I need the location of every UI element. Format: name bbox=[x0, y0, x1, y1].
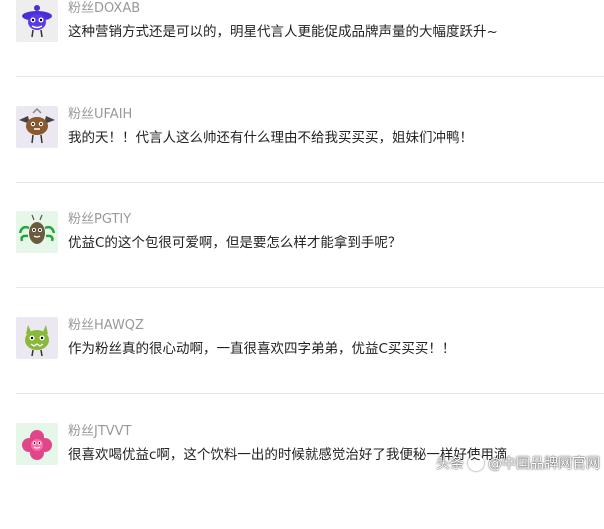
comment-item: 粉丝UFAIH 我的天！！代言人这么帅还有什么理由不给我买买买，姐妹们冲鸭！ bbox=[16, 106, 604, 212]
comment-text: 我的天！！代言人这么帅还有什么理由不给我买买买，姐妹们冲鸭！ bbox=[68, 130, 473, 146]
divider bbox=[16, 287, 604, 288]
divider bbox=[16, 182, 604, 183]
pink-flower-monster-avatar-icon[interactable] bbox=[16, 423, 58, 465]
username[interactable]: 粉丝JTVVT bbox=[68, 424, 132, 440]
comment-text: 优益C的这个包很可爱啊，但是要怎么样才能拿到手呢？ bbox=[68, 235, 402, 251]
comment-text: 这种营销方式还是可以的，明星代言人更能促成品牌声量的大幅度跃升~ bbox=[68, 24, 498, 40]
username[interactable]: 粉丝UFAIH bbox=[68, 107, 132, 123]
username[interactable]: 粉丝PGTIY bbox=[68, 212, 131, 228]
divider bbox=[16, 76, 604, 77]
divider bbox=[16, 393, 604, 394]
watermark: 头条 @中国品牌网官网 bbox=[436, 452, 600, 474]
blue-monster-avatar-icon[interactable] bbox=[16, 0, 58, 42]
comment-text: 作为粉丝真的很心动啊，一直很喜欢四字弟弟，优益C买买买！！ bbox=[68, 341, 456, 357]
green-bug-monster-avatar-icon[interactable] bbox=[16, 211, 58, 253]
comment-item: 粉丝JTVVT 很喜欢喝优益c啊，这个饮料一出的时候就感觉治好了我便秘一样好使用… bbox=[16, 423, 604, 529]
watermark-handle: @中国品牌网官网 bbox=[488, 456, 600, 472]
green-cat-monster-avatar-icon[interactable] bbox=[16, 317, 58, 359]
comment-item: 粉丝DOXAB 这种营销方式还是可以的，明星代言人更能促成品牌声量的大幅度跃升~ bbox=[16, 0, 604, 106]
comment-item: 粉丝HAWQZ 作为粉丝真的很心动啊，一直很喜欢四字弟弟，优益C买买买！！ bbox=[16, 317, 604, 423]
username[interactable]: 粉丝DOXAB bbox=[68, 1, 140, 17]
watermark-prefix: 头条 bbox=[436, 456, 464, 472]
toutiao-logo-icon bbox=[468, 455, 484, 471]
brown-bat-monster-avatar-icon[interactable] bbox=[16, 106, 58, 148]
username[interactable]: 粉丝HAWQZ bbox=[68, 318, 144, 334]
comment-item: 粉丝PGTIY 优益C的这个包很可爱啊，但是要怎么样才能拿到手呢？ bbox=[16, 211, 604, 317]
